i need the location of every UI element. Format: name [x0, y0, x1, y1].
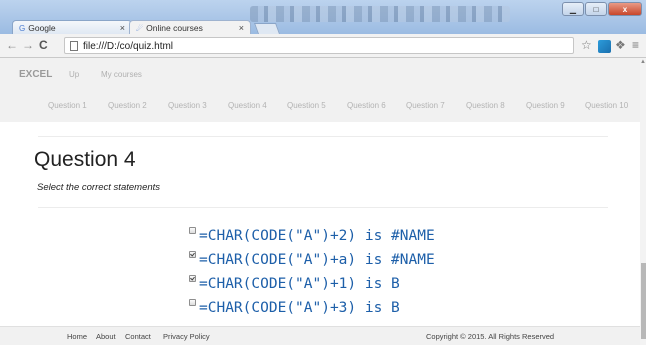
menu-up-link[interactable]: Up	[69, 70, 79, 79]
bookmark-star-icon[interactable]: ☆	[581, 38, 592, 52]
footer-about-link[interactable]: About	[96, 332, 116, 341]
question-link-1[interactable]: Question 1	[48, 101, 87, 110]
url-text: file:///D:/co/quiz.html	[83, 41, 174, 52]
footer-contact-link[interactable]: Contact	[125, 332, 151, 341]
answer-checkbox-4[interactable]	[189, 299, 196, 306]
question-link-4[interactable]: Question 4	[228, 101, 267, 110]
copyright-text: Copyright © 2015. All Rights Reserved	[426, 332, 555, 341]
answer-checkbox-3[interactable]	[189, 275, 196, 282]
question-link-3[interactable]: Question 3	[168, 101, 207, 110]
forward-icon[interactable]: →	[22, 38, 34, 52]
reload-icon[interactable]: C	[39, 38, 48, 52]
extension-icon[interactable]: ❖	[615, 38, 626, 52]
footer-privacy-link[interactable]: Privacy Policy	[163, 332, 210, 341]
minimize-button[interactable]: ▁	[562, 2, 584, 16]
google-icon: G	[19, 24, 26, 33]
maximize-button[interactable]: □	[585, 2, 607, 16]
tab-label: Google	[28, 23, 56, 33]
answer-option-2[interactable]: =CHAR(CODE("A")+a) is #NAME	[189, 251, 435, 268]
answer-text-2: =CHAR(CODE("A")+a) is #NAME	[199, 252, 435, 268]
tab-label: Online courses	[146, 23, 203, 33]
question-link-8[interactable]: Question 8	[466, 101, 505, 110]
site-header: EXCEL Up My courses Question 1 Question …	[0, 58, 640, 122]
answer-option-3[interactable]: =CHAR(CODE("A")+1) is B	[189, 275, 400, 292]
close-icon[interactable]: ×	[120, 21, 125, 35]
question-link-9[interactable]: Question 9	[526, 101, 565, 110]
question-link-6[interactable]: Question 6	[347, 101, 386, 110]
menu-icon[interactable]: ≡	[632, 38, 639, 52]
extension-badge-icon[interactable]	[598, 40, 611, 53]
answer-text-4: =CHAR(CODE("A")+3) is B	[199, 300, 400, 316]
content-divider	[38, 207, 608, 208]
top-divider	[38, 136, 608, 137]
tab-online-courses[interactable]: ☄ Online courses ×	[129, 20, 251, 34]
document-icon	[70, 41, 78, 51]
close-icon[interactable]: ×	[239, 21, 244, 35]
new-tab-button[interactable]	[253, 23, 281, 34]
question-instruction: Select the correct statements	[37, 182, 161, 193]
close-window-button[interactable]: x	[608, 2, 642, 16]
answer-checkbox-1[interactable]	[189, 227, 196, 234]
question-link-7[interactable]: Question 7	[406, 101, 445, 110]
tab-google[interactable]: G Google ×	[12, 20, 132, 34]
scroll-up-icon[interactable]: ▲	[640, 59, 646, 65]
question-title: Question 4	[34, 148, 136, 171]
question-link-5[interactable]: Question 5	[287, 101, 326, 110]
blurred-taskbar-region	[250, 6, 510, 22]
page-icon: ☄	[136, 24, 144, 33]
footer-home-link[interactable]: Home	[67, 332, 87, 341]
answer-option-1[interactable]: =CHAR(CODE("A")+2) is #NAME	[189, 227, 435, 244]
question-link-10[interactable]: Question 10	[585, 101, 628, 110]
window-controls: ▁ □ x	[562, 2, 642, 16]
address-toolbar: ← → C file:///D:/co/quiz.html ☆ ❖ ≡	[0, 34, 646, 58]
scrollbar-thumb[interactable]	[641, 263, 646, 339]
site-footer: Home About Contact Privacy Policy Copyri…	[0, 326, 640, 345]
answer-text-3: =CHAR(CODE("A")+1) is B	[199, 276, 400, 292]
site-brand[interactable]: EXCEL	[19, 69, 52, 80]
url-bar[interactable]: file:///D:/co/quiz.html	[64, 37, 574, 54]
menu-my-courses-link[interactable]: My courses	[101, 70, 142, 79]
back-icon[interactable]: ←	[6, 38, 18, 52]
question-link-2[interactable]: Question 2	[108, 101, 147, 110]
answer-checkbox-2[interactable]	[189, 251, 196, 258]
answer-option-4[interactable]: =CHAR(CODE("A")+3) is B	[189, 299, 400, 316]
answer-text-1: =CHAR(CODE("A")+2) is #NAME	[199, 228, 435, 244]
browser-titlebar: G Google × ☄ Online courses × ▁ □ x	[0, 0, 646, 34]
